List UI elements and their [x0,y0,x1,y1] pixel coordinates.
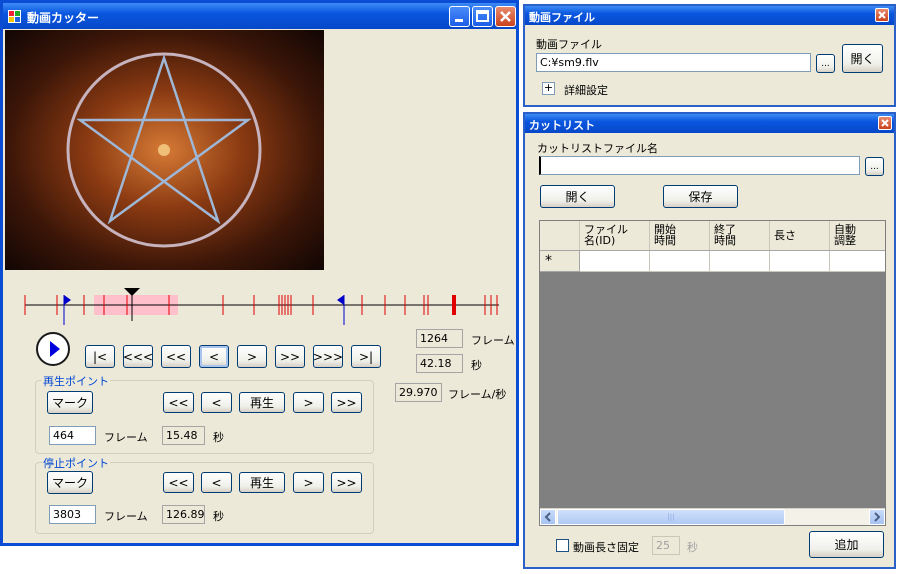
play-point-frame-unit: フレーム [104,431,148,444]
close-icon [881,119,889,127]
video-file-label: 動画ファイル [536,38,602,51]
nav-forward-medium-button[interactable]: >> [275,345,305,368]
grid-cell[interactable] [830,251,885,272]
cutlist-window-title: カットリスト [529,119,595,132]
stop-point-forward-large-button[interactable]: >> [331,472,362,493]
play-point-forward-large-button[interactable]: >> [331,392,362,413]
chevron-left-icon [544,512,551,522]
grid-cell[interactable] [580,251,650,272]
fix-length-unit: 秒 [687,541,698,554]
timeline[interactable] [21,285,505,325]
current-seconds-unit: 秒 [471,359,482,372]
column-header-filename[interactable]: ファイル 名(ID) [580,221,650,250]
minimize-button[interactable] [449,6,470,27]
nav-back-large-button[interactable]: <<< [123,345,153,368]
column-header-auto-adjust[interactable]: 自動 調整 [830,221,885,250]
main-window: 動画カッター |< <<< << < > >> >>> >| 1264 フレーム… [0,0,519,546]
cutlist-filename-label: カットリストファイル名 [537,142,658,155]
cutlist-close-button[interactable] [878,116,892,130]
advanced-settings-label[interactable]: 詳細設定 [564,82,608,98]
fps-field: 29.970 [395,383,442,402]
stop-point-back-large-button[interactable]: << [163,472,194,493]
play-point-seconds-field: 15.48 [162,426,205,445]
stop-point-title: 停止ポイント [42,455,110,471]
fix-length-checkbox[interactable] [556,539,569,552]
close-button[interactable] [495,6,516,27]
column-header-length[interactable]: 長さ [770,221,830,250]
scroll-left-button[interactable] [540,509,556,525]
main-window-title: 動画カッター [27,11,100,25]
cutlist-window: カットリスト カットリストファイル名 ... 開く 保存 ファイル 名(ID) … [523,112,896,569]
video-preview[interactable] [5,30,324,270]
grid-cell[interactable] [770,251,830,272]
close-icon [878,11,886,19]
stop-point-frame-input[interactable]: 3803 [49,505,96,524]
scroll-thumb[interactable]: ||| [557,509,785,525]
play-button[interactable] [36,332,70,366]
nav-first-button[interactable]: |< [85,345,115,368]
fix-length-input: 25 [652,536,680,555]
current-frame-field: 1264 [416,329,463,348]
cutlist-titlebar[interactable]: カットリスト [525,114,894,133]
cutlist-filename-input[interactable] [539,156,860,175]
grid-header: ファイル 名(ID) 開始 時間 終了 時間 長さ 自動 調整 [540,221,885,251]
fps-unit: フレーム/秒 [448,388,507,401]
play-point-frame-input[interactable]: 464 [49,426,96,445]
play-icon [50,341,60,357]
add-button[interactable]: 追加 [809,531,884,558]
cutlist-browse-button[interactable]: ... [865,157,884,176]
grid-cell[interactable] [710,251,770,272]
video-file-window-title: 動画ファイル [529,11,595,24]
current-frame-unit: フレーム [471,334,515,347]
cutlist-grid[interactable]: ファイル 名(ID) 開始 時間 終了 時間 長さ 自動 調整 * ||| [539,220,886,526]
video-file-titlebar[interactable]: 動画ファイル [525,6,894,25]
play-point-seconds-unit: 秒 [213,431,224,444]
fix-length-label: 動画長さ固定 [573,541,639,554]
stop-point-back-button[interactable]: < [201,472,232,493]
new-row-marker: * [540,251,580,272]
stop-point-seconds-field: 126.89 [162,505,205,524]
play-point-play-button[interactable]: 再生 [239,392,285,413]
current-seconds-field: 42.18 [416,354,463,373]
maximize-icon [476,10,489,22]
scroll-right-button[interactable] [869,509,885,525]
column-header-end-time[interactable]: 終了 時間 [710,221,770,250]
stop-point-mark-button[interactable]: マーク [47,471,93,494]
grid-horizontal-scrollbar[interactable]: ||| [540,508,885,525]
grid-cell[interactable] [650,251,710,272]
play-point-mark-button[interactable]: マーク [47,391,93,414]
nav-back-medium-button[interactable]: << [161,345,191,368]
close-icon [500,11,511,22]
grid-new-row[interactable]: * [540,251,885,272]
video-file-open-button[interactable]: 開く [842,44,883,73]
maximize-button[interactable] [472,6,493,27]
video-file-close-button[interactable] [875,8,889,22]
column-header-start-time[interactable]: 開始 時間 [650,221,710,250]
app-icon [8,10,21,23]
stop-point-frame-unit: フレーム [104,510,148,523]
chevron-right-icon [874,512,881,522]
stop-point-forward-button[interactable]: > [293,472,324,493]
advanced-expand-button[interactable]: + [542,82,555,95]
minimize-icon [455,19,463,22]
nav-forward-frame-button[interactable]: > [237,345,267,368]
play-point-forward-button[interactable]: > [293,392,324,413]
video-file-path-input[interactable]: C:¥sm9.flv [536,53,811,72]
main-titlebar[interactable]: 動画カッター [3,3,516,29]
play-point-back-large-button[interactable]: << [163,392,194,413]
stop-point-play-button[interactable]: 再生 [239,472,285,493]
play-point-marker[interactable] [63,295,71,325]
stop-point-seconds-unit: 秒 [213,510,224,523]
cutlist-save-button[interactable]: 保存 [663,185,738,208]
play-point-back-button[interactable]: < [201,392,232,413]
stop-point-marker[interactable] [337,295,345,325]
cutlist-open-button[interactable]: 開く [540,185,615,208]
video-file-browse-button[interactable]: ... [816,54,835,73]
nav-back-frame-button[interactable]: < [199,345,229,368]
grid-row-header-corner [540,221,580,250]
nav-forward-large-button[interactable]: >>> [313,345,343,368]
nav-last-button[interactable]: >| [351,345,381,368]
video-file-window: 動画ファイル 動画ファイル C:¥sm9.flv ... 開く + 詳細設定 [523,4,896,107]
play-point-title: 再生ポイント [42,373,110,389]
